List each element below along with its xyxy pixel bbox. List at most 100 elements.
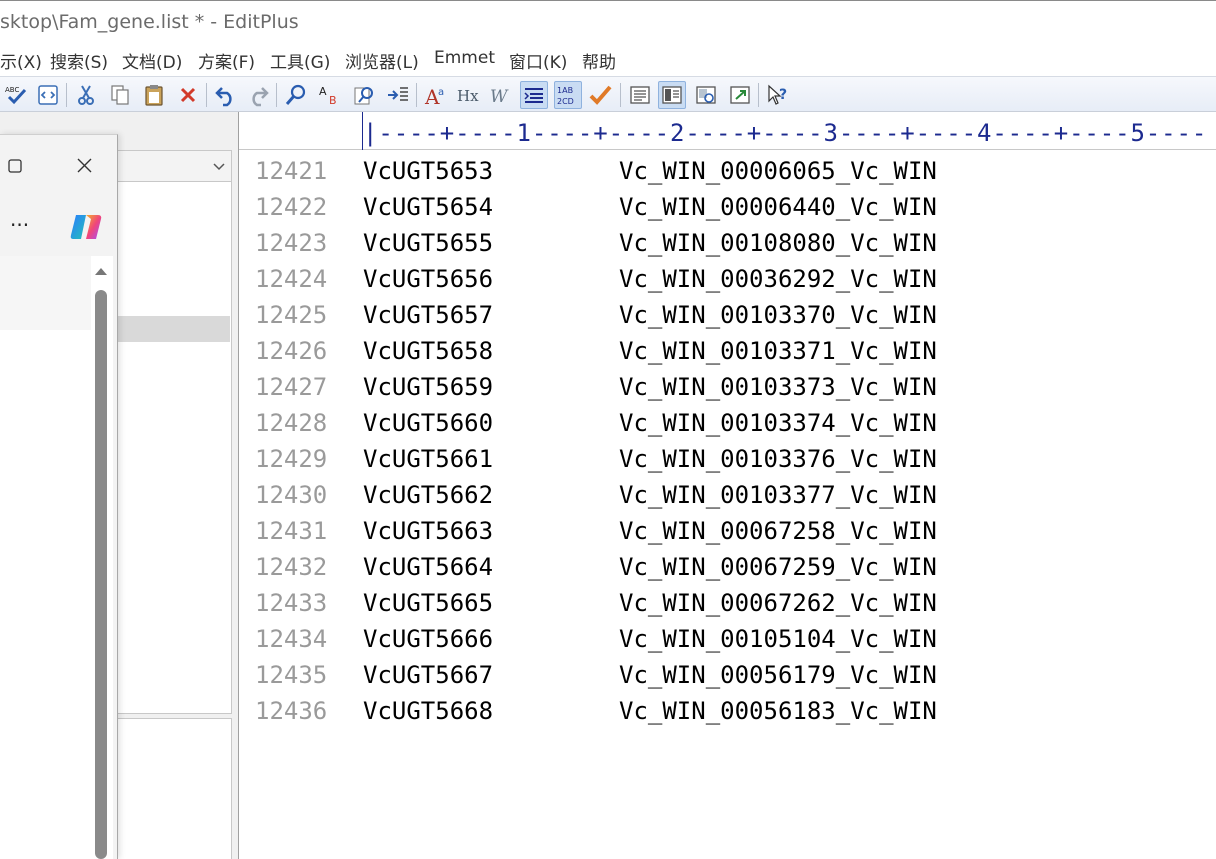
svg-text:a: a [438, 87, 444, 98]
more-options-button[interactable]: ··· [10, 213, 29, 237]
editor-line[interactable]: 12429 VcUGT5661 Vc_WIN_00103376_Vc_WIN [239, 441, 1216, 477]
gene-name: VcUGT5660 [363, 409, 494, 437]
line-number: 12435 [255, 661, 328, 689]
editor-line[interactable]: 12431 VcUGT5663 Vc_WIN_00067258_Vc_WIN [239, 513, 1216, 549]
menu-project[interactable]: 方案(F) [198, 48, 255, 73]
gene-id: Vc_WIN_00105104_Vc_WIN [619, 625, 937, 653]
line-numbers-icon[interactable] [520, 81, 548, 109]
svg-text:W: W [490, 87, 509, 107]
editor-line[interactable]: 12423 VcUGT5655 Vc_WIN_00108080_Vc_WIN [239, 225, 1216, 261]
toolbar-separator [276, 83, 277, 107]
svg-text:1AB: 1AB [557, 86, 573, 95]
line-number: 12423 [255, 229, 328, 257]
editor-line[interactable]: 12434 VcUGT5666 Vc_WIN_00105104_Vc_WIN [239, 621, 1216, 657]
editor-line[interactable]: 12421 VcUGT5653 Vc_WIN_00006065_Vc_WIN [239, 153, 1216, 189]
toolbar: ABC AB Aa Hx W 1AB 2CD ? [0, 76, 1216, 112]
copy-icon[interactable] [106, 81, 134, 109]
word-wrap-icon[interactable]: W [486, 81, 514, 109]
editor-line[interactable]: 12427 VcUGT5659 Vc_WIN_00103373_Vc_WIN [239, 369, 1216, 405]
editor-line[interactable]: 12426 VcUGT5658 Vc_WIN_00103371_Vc_WIN [239, 333, 1216, 369]
directory-window-icon[interactable] [658, 81, 686, 109]
copilot-icon[interactable] [68, 209, 104, 245]
line-number: 12436 [255, 697, 328, 725]
editor-pane[interactable]: |----+----1----+----2----+----3----+----… [238, 112, 1216, 859]
ruler-icon[interactable]: 1AB 2CD [554, 81, 582, 109]
menu-view[interactable]: 示(X) [0, 48, 42, 73]
browser-window-icon[interactable] [726, 81, 754, 109]
editor-line[interactable]: 12433 VcUGT5665 Vc_WIN_00067262_Vc_WIN [239, 585, 1216, 621]
editor-line[interactable]: 12422 VcUGT5654 Vc_WIN_00006440_Vc_WIN [239, 189, 1216, 225]
line-number: 12429 [255, 445, 328, 473]
menu-tools[interactable]: 工具(G) [270, 48, 330, 73]
drive-selector[interactable] [117, 150, 232, 182]
output-window-icon[interactable] [626, 81, 654, 109]
menu-bar: 示(X) 搜索(S) 文档(D) 方案(F) 工具(G) 浏览器(L) Emme… [0, 44, 1216, 76]
goto-line-icon[interactable] [384, 81, 412, 109]
html-preview-icon[interactable] [34, 81, 62, 109]
font-icon[interactable]: Aa [422, 81, 450, 109]
toolbar-separator [66, 83, 67, 107]
toolbar-separator [620, 83, 621, 107]
gene-name: VcUGT5658 [363, 337, 494, 365]
editor-line[interactable]: 12425 VcUGT5657 Vc_WIN_00103370_Vc_WIN [239, 297, 1216, 333]
find-in-files-icon[interactable] [350, 81, 378, 109]
help-icon[interactable]: ? [764, 81, 792, 109]
cliptext-window-icon[interactable] [692, 81, 720, 109]
svg-text:2CD: 2CD [557, 97, 574, 106]
directory-panel [117, 150, 232, 859]
line-number: 12430 [255, 481, 328, 509]
toolbar-separator [206, 83, 207, 107]
gene-id: Vc_WIN_00108080_Vc_WIN [619, 229, 937, 257]
editor-line[interactable]: 12432 VcUGT5664 Vc_WIN_00067259_Vc_WIN [239, 549, 1216, 585]
hex-view-icon[interactable]: Hx [454, 81, 482, 109]
panel-splitter[interactable] [117, 713, 232, 719]
line-number: 12434 [255, 625, 328, 653]
menu-browser[interactable]: 浏览器(L) [345, 48, 419, 73]
menu-help[interactable]: 帮助 [582, 48, 616, 73]
paste-icon[interactable] [140, 81, 168, 109]
editor-line[interactable]: 12424 VcUGT5656 Vc_WIN_00036292_Vc_WIN [239, 261, 1216, 297]
selected-directory-item[interactable] [117, 316, 230, 342]
gene-name: VcUGT5661 [363, 445, 494, 473]
menu-emmet[interactable]: Emmet [434, 48, 495, 68]
gene-name: VcUGT5668 [363, 697, 494, 725]
spell-check-icon[interactable]: ABC [2, 81, 30, 109]
menu-document[interactable]: 文档(D) [122, 48, 182, 73]
editor-line[interactable]: 12430 VcUGT5662 Vc_WIN_00103377_Vc_WIN [239, 477, 1216, 513]
find-icon[interactable] [282, 81, 310, 109]
svg-text:?: ? [779, 87, 787, 103]
gene-name: VcUGT5657 [363, 301, 494, 329]
overlay-highlighted-row[interactable] [0, 256, 91, 330]
gene-id: Vc_WIN_00103374_Vc_WIN [619, 409, 937, 437]
editor-line[interactable]: 12435 VcUGT5667 Vc_WIN_00056179_Vc_WIN [239, 657, 1216, 693]
check-icon[interactable] [586, 81, 614, 109]
overlay-content-area [0, 256, 91, 859]
gene-id: Vc_WIN_00103373_Vc_WIN [619, 373, 937, 401]
editor-line[interactable]: 12428 VcUGT5660 Vc_WIN_00103374_Vc_WIN [239, 405, 1216, 441]
line-number: 12426 [255, 337, 328, 365]
close-icon[interactable] [76, 157, 93, 174]
line-number: 12431 [255, 517, 328, 545]
replace-icon[interactable]: AB [316, 81, 344, 109]
cut-icon[interactable] [72, 81, 100, 109]
editor-line[interactable]: 12436 VcUGT5668 Vc_WIN_00056183_Vc_WIN [239, 693, 1216, 729]
redo-icon[interactable] [244, 81, 272, 109]
scroll-up-icon[interactable] [94, 266, 108, 276]
gene-name: VcUGT5664 [363, 553, 494, 581]
delete-icon[interactable] [174, 81, 202, 109]
line-number: 12432 [255, 553, 328, 581]
line-number: 12425 [255, 301, 328, 329]
maximize-icon[interactable] [8, 159, 22, 173]
overlay-scrollbar-thumb[interactable] [95, 290, 107, 859]
gene-id: Vc_WIN_00067262_Vc_WIN [619, 589, 937, 617]
ruler-scale: |----+----1----+----2----+----3----+----… [363, 119, 1208, 147]
gene-id: Vc_WIN_00056179_Vc_WIN [619, 661, 937, 689]
menu-search[interactable]: 搜索(S) [50, 48, 108, 73]
undo-icon[interactable] [212, 81, 240, 109]
menu-window[interactable]: 窗口(K) [509, 48, 567, 73]
gene-id: Vc_WIN_00036292_Vc_WIN [619, 265, 937, 293]
line-number: 12421 [255, 157, 328, 185]
gene-id: Vc_WIN_00103371_Vc_WIN [619, 337, 937, 365]
gene-id: Vc_WIN_00067259_Vc_WIN [619, 553, 937, 581]
window-title: sktop\Fam_gene.list * - EditPlus [0, 11, 299, 33]
